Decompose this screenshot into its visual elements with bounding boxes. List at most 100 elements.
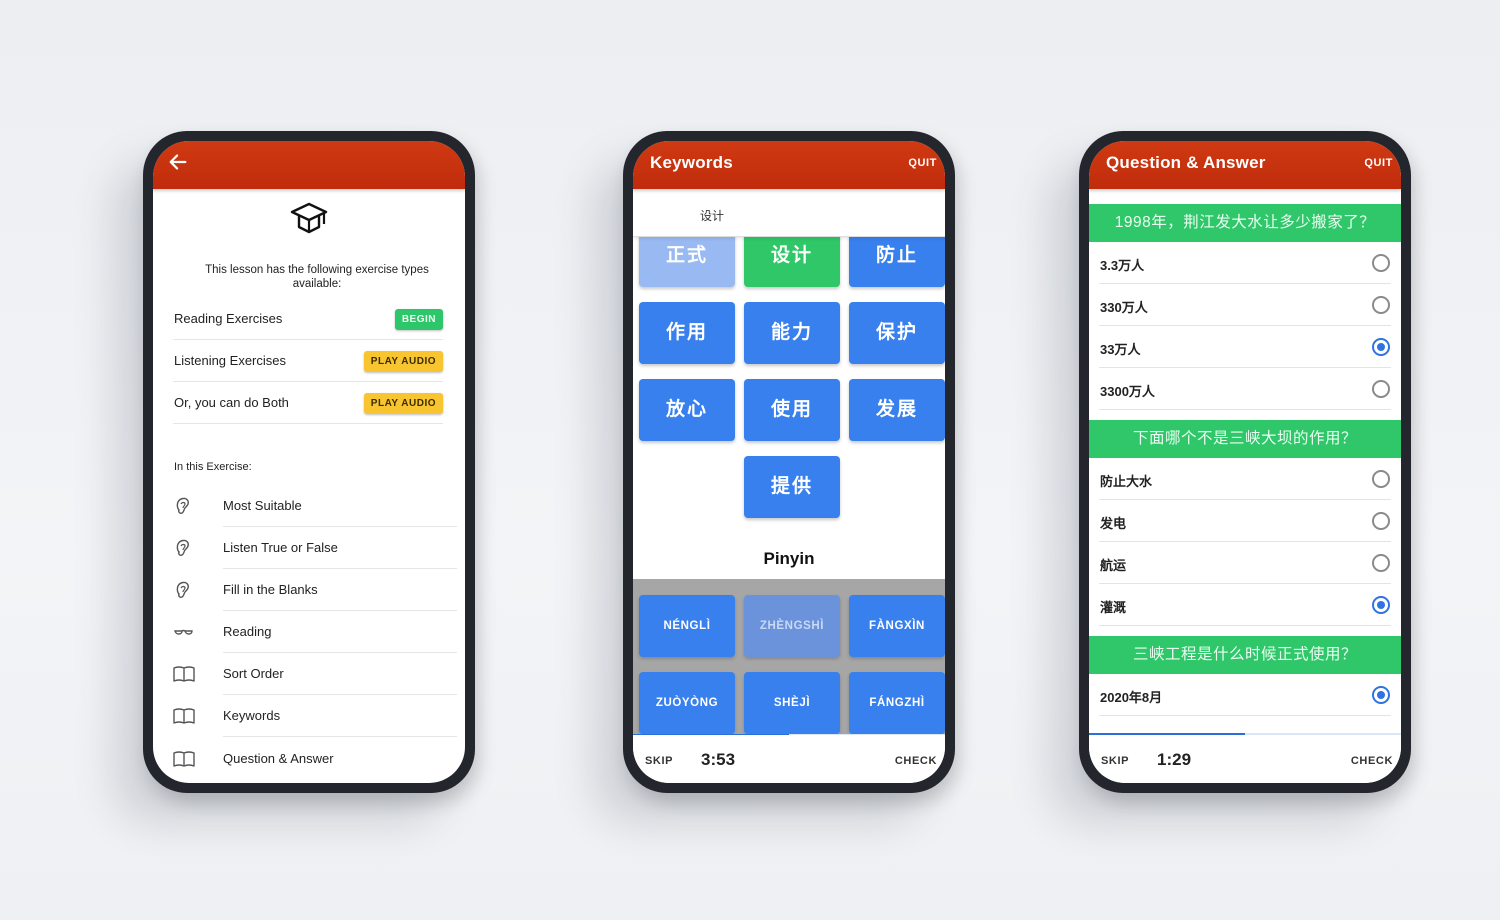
check-button[interactable]: CHECK xyxy=(1351,755,1393,767)
exercise-list-item[interactable]: Sort Order xyxy=(173,653,457,695)
divider xyxy=(1099,625,1391,626)
question-header: 1998年，荆江发大水让多少搬家了？ xyxy=(1089,204,1401,242)
phone-keywords: Keywords QUIT 设计 正式 设计 防止 作用 能力 保护 放心 使用… xyxy=(623,131,955,793)
option-label: 2020年8月 xyxy=(1100,690,1163,705)
radio-button[interactable] xyxy=(1372,512,1390,530)
timer: 1:29 xyxy=(1157,750,1192,769)
answer-option[interactable]: 3300万人 xyxy=(1089,368,1401,410)
exercise-list-item[interactable]: Keywords xyxy=(173,695,457,737)
exercise-label: Listen True or False xyxy=(223,540,338,555)
radio-button[interactable] xyxy=(1372,254,1390,272)
pinyin-grid: NÉNGLÌ ZHÈNGSHÌ FÀNGXÌN ZUÒYÒNG SHÈJÌ FÁ… xyxy=(633,579,945,735)
word-tile[interactable]: 提供 xyxy=(744,456,840,518)
graduation-cap-icon xyxy=(290,202,328,234)
option-label: 3300万人 xyxy=(1100,384,1155,399)
exercise-list-item[interactable]: Fill in the Blanks xyxy=(173,569,457,611)
answer-option[interactable]: 防止大水 xyxy=(1089,458,1401,500)
radio-button-selected[interactable] xyxy=(1372,686,1390,704)
quit-button[interactable]: QUIT xyxy=(908,157,937,169)
exercise-type-label: Reading Exercises xyxy=(174,311,283,326)
radio-button[interactable] xyxy=(1372,380,1390,398)
skip-button[interactable]: SKIP xyxy=(1101,755,1129,767)
option-label: 33万人 xyxy=(1100,342,1141,357)
word-tile[interactable]: 放心 xyxy=(639,379,735,441)
footer: SKIP 1:29 CHECK xyxy=(1089,735,1401,783)
divider xyxy=(223,736,457,737)
word-tile[interactable]: 使用 xyxy=(744,379,840,441)
answer-option[interactable]: 330万人 xyxy=(1089,284,1401,326)
questions-list[interactable]: 1998年，荆江发大水让多少搬家了？ 3.3万人 330万人 33万人 3300… xyxy=(1089,189,1401,735)
timer: 3:53 xyxy=(701,750,736,769)
check-button[interactable]: CHECK xyxy=(895,755,937,767)
pinyin-heading: Pinyin xyxy=(763,549,815,568)
radio-button-selected[interactable] xyxy=(1372,338,1390,356)
quit-button[interactable]: QUIT xyxy=(1364,157,1393,169)
answer-option[interactable]: 3.3万人 xyxy=(1089,242,1401,284)
radio-button-selected[interactable] xyxy=(1372,596,1390,614)
radio-button[interactable] xyxy=(1372,296,1390,314)
exercise-label: Most Suitable xyxy=(223,498,302,513)
exercise-label: Fill in the Blanks xyxy=(223,582,318,597)
pinyin-tile[interactable]: ZHÈNGSHÌ xyxy=(744,595,840,657)
exercise-label: Reading xyxy=(223,624,272,639)
radio-button[interactable] xyxy=(1372,554,1390,572)
answer-option[interactable]: 航运 xyxy=(1089,542,1401,584)
exercise-label: Sort Order xyxy=(223,666,284,681)
pinyin-tile[interactable]: FÁNGZHÌ xyxy=(849,672,945,734)
exercise-list-item[interactable]: Most Suitable xyxy=(173,485,457,527)
pinyin-tile[interactable]: FÀNGXÌN xyxy=(849,595,945,657)
question-header: 下面哪个不是三峡大坝的作用？ xyxy=(1089,420,1401,458)
pinyin-tile[interactable]: NÉNGLÌ xyxy=(639,595,735,657)
question-header: 三峡工程是什么时候正式使用？ xyxy=(1089,636,1401,674)
radio-button[interactable] xyxy=(1372,470,1390,488)
divider xyxy=(1099,715,1391,716)
section-label: In this Exercise: xyxy=(174,461,252,473)
screen: Keywords QUIT 设计 正式 设计 防止 作用 能力 保护 放心 使用… xyxy=(633,141,945,783)
exercise-label: Keywords xyxy=(223,708,281,723)
option-label: 航运 xyxy=(1100,558,1127,573)
word-tile[interactable]: 能力 xyxy=(744,302,840,364)
phone-question-answer: Question & Answer QUIT 1998年，荆江发大水让多少搬家了… xyxy=(1079,131,1411,793)
option-label: 330万人 xyxy=(1100,300,1148,315)
divider xyxy=(1099,409,1391,410)
exercise-list-item[interactable]: Listen True or False xyxy=(173,527,457,569)
answer-option[interactable]: 33万人 xyxy=(1089,326,1401,368)
app-bar: Keywords QUIT xyxy=(633,141,945,189)
book-icon xyxy=(173,751,195,767)
exercise-list-item[interactable]: Reading xyxy=(173,611,457,653)
pinyin-tile[interactable]: SHÈJÌ xyxy=(744,672,840,734)
exercise-type-label: Or, you can do Both xyxy=(174,395,289,410)
current-word: 设计 xyxy=(700,209,725,223)
word-tile[interactable]: 作用 xyxy=(639,302,735,364)
option-label: 发电 xyxy=(1100,516,1127,531)
ear-icon xyxy=(176,581,189,598)
exercise-list-item[interactable]: Question & Answer xyxy=(173,738,457,780)
screen-title: Question & Answer xyxy=(1106,153,1266,172)
exercise-type-row: Reading Exercises BEGIN xyxy=(173,298,443,340)
book-icon xyxy=(173,708,195,724)
ear-icon xyxy=(176,539,189,556)
option-label: 3.3万人 xyxy=(1100,258,1145,273)
screen: Question & Answer QUIT 1998年，荆江发大水让多少搬家了… xyxy=(1089,141,1401,783)
word-tile[interactable]: 保护 xyxy=(849,302,945,364)
app-bar xyxy=(153,141,465,189)
begin-button[interactable]: BEGIN xyxy=(394,309,443,330)
word-tile[interactable]: 发展 xyxy=(849,379,945,441)
screen-title: Keywords xyxy=(650,153,733,172)
exercise-type-row: Listening Exercises PLAY AUDIO xyxy=(173,340,443,382)
play-audio-button[interactable]: PLAY AUDIO xyxy=(363,351,443,372)
screen: This lesson has the following exercise t… xyxy=(153,141,465,783)
option-label: 防止大水 xyxy=(1100,474,1153,489)
answer-option[interactable]: 灌溉 xyxy=(1089,584,1401,626)
play-audio-button[interactable]: PLAY AUDIO xyxy=(363,393,443,414)
arrow-left-icon[interactable] xyxy=(167,151,189,173)
pinyin-tile[interactable]: ZUÒYÒNG xyxy=(639,672,735,734)
skip-button[interactable]: SKIP xyxy=(645,755,673,767)
answer-option[interactable]: 发电 xyxy=(1089,500,1401,542)
book-icon xyxy=(173,666,195,682)
answer-option[interactable]: 2020年8月 xyxy=(1089,674,1401,716)
phone-lesson-overview: This lesson has the following exercise t… xyxy=(143,131,475,793)
exercise-type-row: Or, you can do Both PLAY AUDIO xyxy=(173,382,443,424)
footer: SKIP 3:53 CHECK xyxy=(633,735,945,783)
app-bar: Question & Answer QUIT xyxy=(1089,141,1401,189)
